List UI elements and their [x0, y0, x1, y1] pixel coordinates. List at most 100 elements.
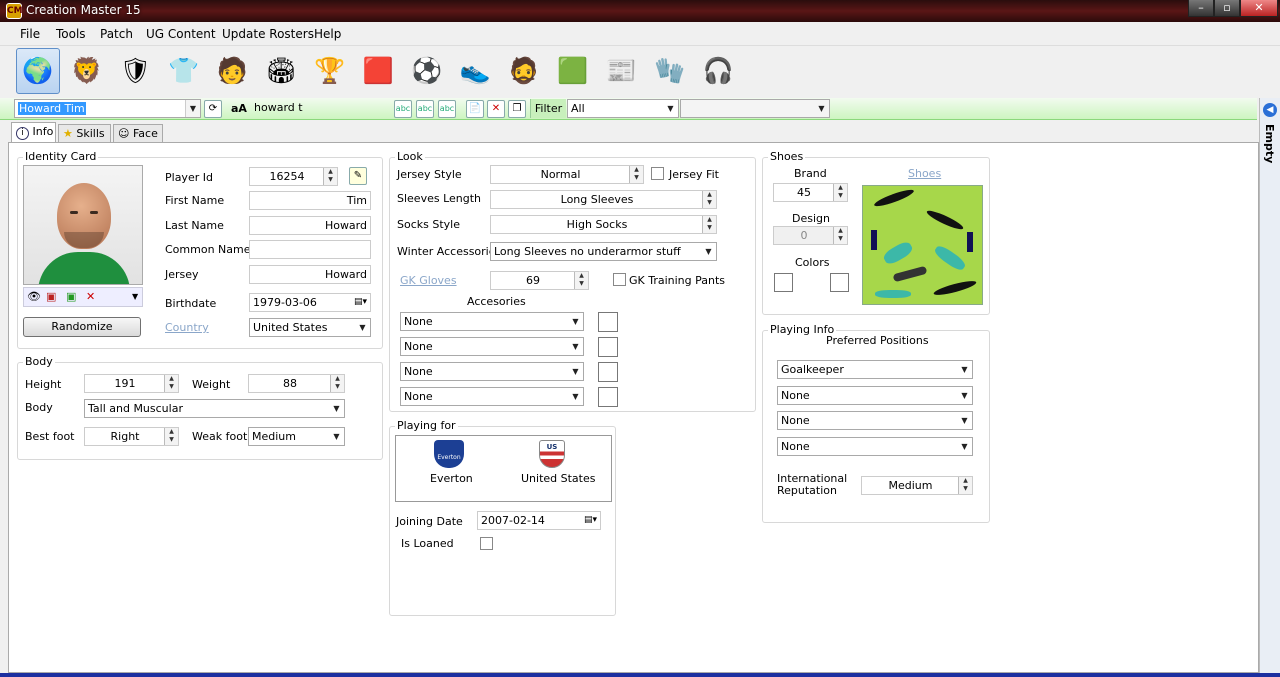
import-photo-icon[interactable]: ▣ — [46, 290, 56, 303]
spinner-arrows-icon[interactable]: ▲ ▼ — [574, 272, 588, 289]
spinner-arrows-icon[interactable]: ▲ ▼ — [629, 166, 643, 183]
accessory-color-swatch[interactable] — [598, 387, 618, 407]
gk-training-pants-checkbox[interactable] — [613, 273, 626, 286]
delete-icon[interactable]: ✕ — [487, 100, 505, 118]
randomize-button[interactable]: Randomize — [23, 317, 141, 337]
referee-cards-icon[interactable]: 🟥 — [356, 48, 400, 94]
last-name-field[interactable]: Howard — [249, 216, 371, 235]
menu-tools[interactable]: Tools — [56, 27, 86, 41]
spinner-arrows-icon[interactable]: ▲ ▼ — [958, 477, 972, 494]
menu-patch[interactable]: Patch — [100, 27, 133, 41]
filter-select[interactable]: All ▼ — [567, 99, 679, 118]
export-photo-icon[interactable]: ▣ — [66, 290, 76, 303]
accessory-select[interactable]: None ▼ — [400, 387, 584, 406]
spinner-arrows-icon[interactable]: ▲ ▼ — [833, 184, 847, 201]
preferred-position-select[interactable]: None ▼ — [777, 436, 973, 456]
best-foot-field[interactable]: Right ▲ ▼ — [84, 427, 179, 446]
height-field[interactable]: 191 ▲ ▼ — [84, 374, 179, 393]
weak-foot-select[interactable]: Medium ▼ — [248, 427, 345, 446]
gk-gloves-link[interactable]: GK Gloves — [400, 274, 457, 287]
world-icon[interactable]: 🌍 — [16, 48, 60, 94]
menu-file[interactable]: File — [20, 27, 40, 41]
shoe-color-2-swatch[interactable] — [830, 273, 849, 292]
winter-accessories-select[interactable]: Long Sleeves no underarmor stuff ▼ — [490, 242, 717, 261]
kit-shirt-icon[interactable]: 👕 — [162, 48, 206, 94]
eye-icon[interactable]: 👁 — [27, 290, 41, 303]
spinner-arrows-icon[interactable]: ▲ ▼ — [164, 428, 178, 445]
country-select[interactable]: United States ▼ — [249, 318, 371, 337]
common-name-field[interactable] — [249, 240, 371, 259]
socks-style-field[interactable]: High Socks ▲ ▼ — [490, 215, 717, 234]
brand-field[interactable]: 45 ▲ ▼ — [773, 183, 848, 202]
jersey-name-field[interactable]: Howard — [249, 265, 371, 284]
filter-value-select[interactable]: ▼ — [680, 99, 830, 118]
tab-skills[interactable]: ★ Skills — [58, 124, 111, 143]
close-button[interactable]: ✕ — [1240, 0, 1278, 17]
player-id-field[interactable]: 16254 ▲ ▼ — [249, 167, 338, 186]
joining-date-picker[interactable]: 2007-02-14 ▤▾ — [477, 511, 601, 530]
design-field[interactable]: 0 ▲ ▼ — [773, 226, 848, 245]
menu-ug-content[interactable]: UG Content — [146, 27, 216, 41]
gloves-icon[interactable]: 🧤 — [648, 48, 692, 94]
international-reputation-field[interactable]: Medium ▲ ▼ — [861, 476, 973, 495]
arrow-left-icon[interactable]: ◀ — [1263, 103, 1277, 117]
accessory-select[interactable]: None ▼ — [400, 337, 584, 356]
menu-update-rosters[interactable]: Update Rosters — [222, 27, 314, 41]
side-panel[interactable]: ◀ Empty — [1259, 98, 1280, 677]
accessory-select[interactable]: None ▼ — [400, 362, 584, 381]
spinner-arrows-icon[interactable]: ▲ ▼ — [702, 191, 716, 208]
search-input[interactable]: howard t — [251, 99, 391, 118]
delete-photo-icon[interactable]: ✕ — [86, 290, 95, 303]
menu-help[interactable]: Help — [314, 27, 341, 41]
minimize-button[interactable]: – — [1188, 0, 1214, 17]
preferred-position-select[interactable]: Goalkeeper ▼ — [777, 360, 973, 379]
club-crest-icon[interactable]: 🛡 — [113, 48, 157, 94]
newspaper-icon[interactable]: 📰 — [599, 48, 643, 94]
ball-icon[interactable]: ⚽ — [405, 48, 449, 94]
tab-info[interactable]: i Info — [11, 122, 56, 143]
spinner-arrows-icon[interactable]: ▲ ▼ — [833, 227, 847, 244]
us-crest-icon[interactable]: US — [539, 440, 565, 468]
premier-league-icon[interactable]: 🦁 — [65, 48, 109, 94]
accessory-color-swatch[interactable] — [598, 362, 618, 382]
spell-check-all-icon[interactable]: abc — [438, 100, 456, 118]
boots-icon[interactable]: 👟 — [453, 48, 497, 94]
maximize-button[interactable]: ▫ — [1214, 0, 1240, 17]
shoes-link[interactable]: Shoes — [908, 167, 941, 180]
chevron-down-icon[interactable]: ▼ — [132, 292, 138, 301]
accessory-color-swatch[interactable] — [598, 337, 618, 357]
spell-check-icon[interactable]: abc — [394, 100, 412, 118]
player-face-icon[interactable]: 🧑 — [210, 48, 254, 94]
gk-gloves-field[interactable]: 69 ▲ ▼ — [490, 271, 589, 290]
preferred-position-select[interactable]: None ▼ — [777, 385, 973, 405]
spinner-arrows-icon[interactable]: ▲ ▼ — [702, 216, 716, 233]
is-loaned-checkbox[interactable] — [480, 537, 493, 550]
new-icon[interactable]: 📄 — [466, 100, 484, 118]
spinner-arrows-icon[interactable]: ▲ ▼ — [330, 375, 344, 392]
player-select[interactable]: Howard Tim ▼ — [14, 99, 201, 118]
pitch-icon[interactable]: 🟩 — [551, 48, 595, 94]
preferred-position-select[interactable]: None ▼ — [777, 411, 973, 430]
birthdate-picker[interactable]: 1979-03-06 ▤▾ — [249, 293, 371, 312]
spinner-arrows-icon[interactable]: ▲ ▼ — [164, 375, 178, 392]
weight-field[interactable]: 88 ▲ ▼ — [248, 374, 345, 393]
edit-note-icon[interactable]: ✎ — [349, 167, 367, 185]
calendar-icon[interactable]: ▤▾ — [354, 294, 367, 311]
accessory-color-swatch[interactable] — [598, 312, 618, 332]
accessory-select[interactable]: None ▼ — [400, 312, 584, 331]
shoe-color-1-swatch[interactable] — [774, 273, 793, 292]
body-type-select[interactable]: Tall and Muscular ▼ — [84, 399, 345, 418]
first-name-field[interactable]: Tim — [249, 191, 371, 210]
everton-crest-icon[interactable]: Everton — [434, 440, 464, 468]
calendar-icon[interactable]: ▤▾ — [584, 512, 597, 529]
trophy-icon[interactable]: 🏆 — [308, 48, 352, 94]
headphones-icon[interactable]: 🎧 — [696, 48, 740, 94]
match-case-icon[interactable]: aA — [231, 102, 247, 115]
copy-icon[interactable]: ❐ — [508, 100, 526, 118]
jersey-style-field[interactable]: Normal ▲ ▼ — [490, 165, 644, 184]
manager-icon[interactable]: 🧔 — [502, 48, 546, 94]
spinner-arrows-icon[interactable]: ▲ ▼ — [323, 168, 337, 185]
jersey-fit-checkbox[interactable] — [651, 167, 664, 180]
spell-check-next-icon[interactable]: abc — [416, 100, 434, 118]
country-link[interactable]: Country — [165, 321, 209, 334]
